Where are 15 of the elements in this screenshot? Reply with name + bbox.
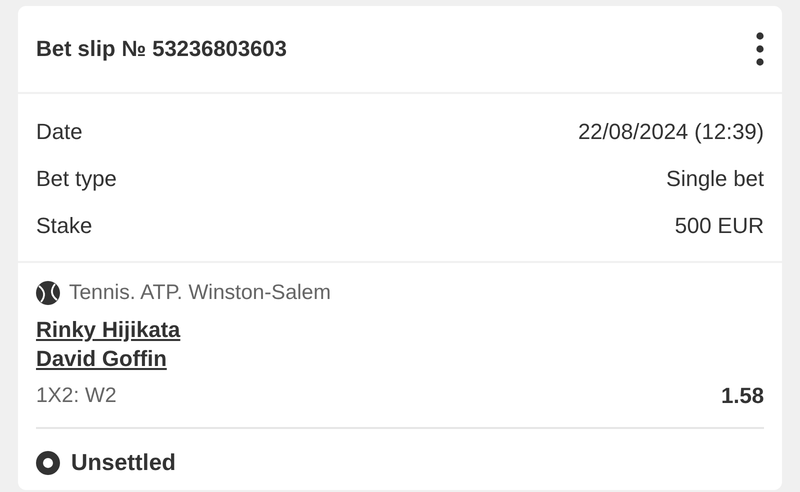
detail-value: 22/08/2024 (12:39) bbox=[578, 118, 764, 144]
team-link[interactable]: Rinky Hijikata bbox=[36, 315, 180, 344]
market-label: 1X2: W2 bbox=[36, 384, 117, 408]
status-label: Unsettled bbox=[71, 449, 176, 476]
more-options-icon[interactable] bbox=[756, 32, 764, 66]
detail-label: Date bbox=[36, 118, 82, 144]
detail-value: Single bet bbox=[666, 166, 764, 192]
detail-label: Stake bbox=[36, 212, 92, 238]
detail-value: 500 EUR bbox=[674, 212, 764, 238]
team-link[interactable]: David Goffin bbox=[36, 344, 167, 373]
odds-value: 1.58 bbox=[721, 383, 764, 409]
detail-label: Bet type bbox=[36, 166, 117, 192]
bet-slip-title: Bet slip № 53236803603 bbox=[36, 36, 287, 62]
tennis-ball-icon bbox=[36, 281, 60, 305]
sport-league: Tennis. ATP. Winston-Salem bbox=[69, 281, 331, 305]
